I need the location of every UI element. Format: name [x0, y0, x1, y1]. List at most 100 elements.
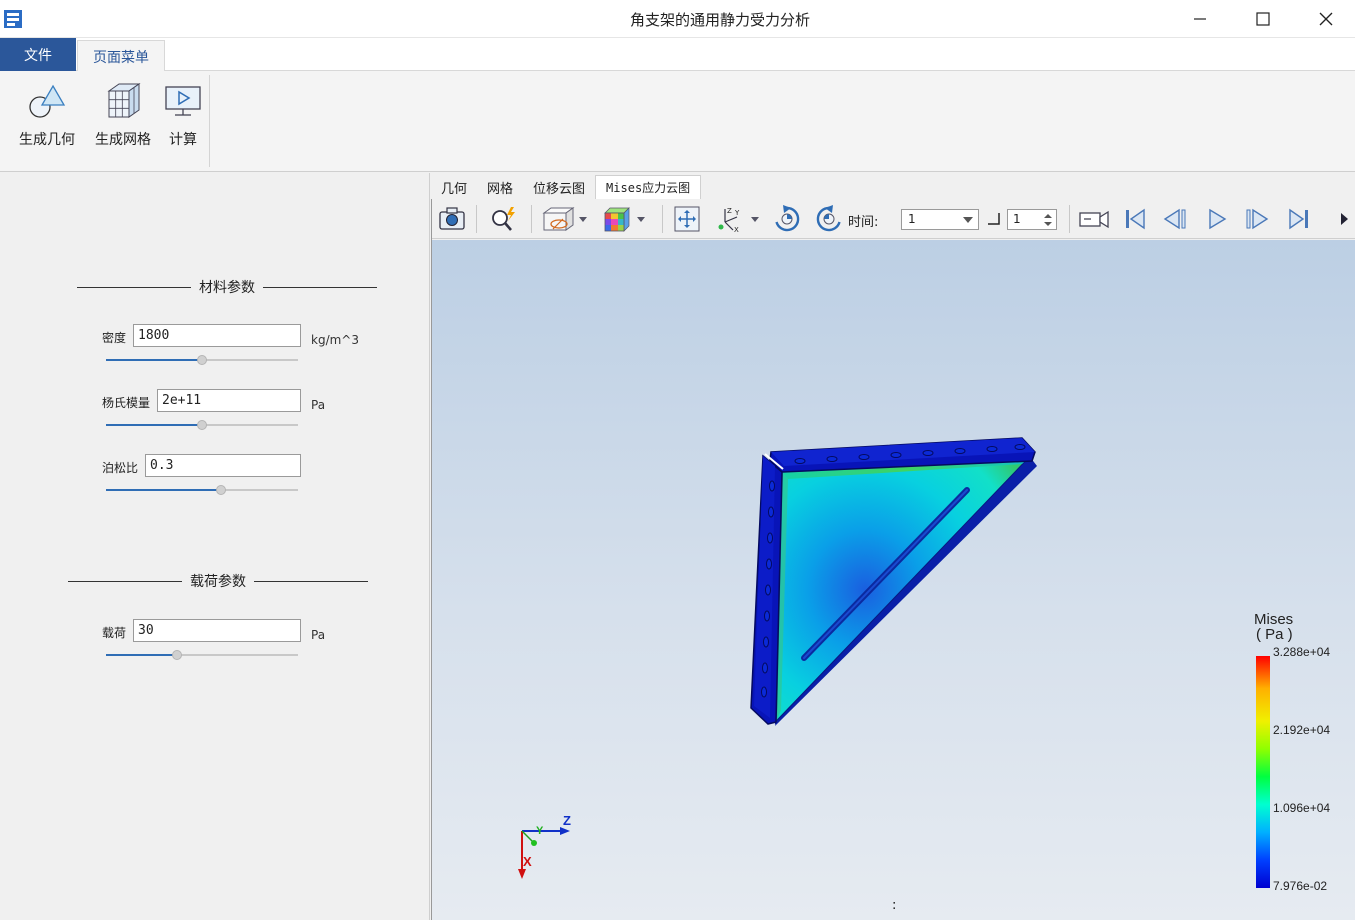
maximize-button[interactable]	[1233, 0, 1293, 38]
viewport: ZYX 时间: 1 1 Mises (Pa) 3.288e+04 2.192…	[431, 199, 1355, 920]
compute-button[interactable]: 计算	[163, 81, 203, 149]
close-icon	[1319, 12, 1333, 26]
rotate-counterclockwise-button[interactable]	[812, 204, 846, 234]
view-tabs: 几何 网格 位移云图 Mises应力云图	[431, 175, 702, 199]
load-slider-thumb[interactable]	[172, 650, 183, 660]
next-frame-button[interactable]	[1242, 204, 1272, 234]
play-button[interactable]	[1202, 204, 1232, 234]
minimize-icon	[1194, 18, 1206, 20]
mesh-icon	[107, 83, 141, 118]
last-frame-icon	[1289, 208, 1308, 230]
time-label: 时间:	[848, 215, 879, 230]
axis-y-label: Y	[536, 825, 544, 837]
legend-unit: ( Pa )	[1256, 626, 1293, 643]
time-select[interactable]: 1	[901, 209, 979, 230]
tab-displacement[interactable]: 位移云图	[523, 175, 595, 199]
load-unit: Pa	[311, 628, 326, 642]
poisson-ratio-slider[interactable]	[106, 485, 298, 495]
zoom-button[interactable]	[486, 204, 520, 234]
youngs-modulus-slider[interactable]	[106, 420, 298, 430]
youngs-modulus-unit: Pa	[311, 398, 326, 412]
screenshot-button[interactable]	[436, 204, 468, 234]
first-frame-icon	[1126, 208, 1145, 230]
camera-icon	[439, 207, 465, 230]
fit-view-button[interactable]	[672, 204, 702, 234]
tab-mises-stress[interactable]: Mises应力云图	[595, 175, 702, 199]
render-view[interactable]: Mises ( Pa ) 3.288e+04 2.192e+04 1.096e+…	[432, 240, 1355, 920]
display-mode-button[interactable]	[540, 204, 590, 234]
youngs-modulus-slider-thumb[interactable]	[197, 420, 207, 430]
record-button[interactable]	[1077, 204, 1111, 234]
legend-low-label: 1.096e+04	[1273, 801, 1331, 815]
generate-geometry-button[interactable]: 生成几何	[14, 81, 80, 149]
generate-mesh-label: 生成网格	[95, 132, 151, 148]
status-mark: :	[892, 898, 897, 913]
compute-label: 计算	[169, 132, 197, 148]
rotate-clockwise-button[interactable]	[770, 204, 804, 234]
poisson-ratio-label: 泊松比	[102, 461, 139, 475]
poisson-ratio-field[interactable]	[145, 454, 301, 477]
prev-frame-icon	[1163, 208, 1186, 230]
load-slider[interactable]	[106, 650, 298, 660]
minimize-button[interactable]	[1170, 0, 1230, 38]
generate-geometry-label: 生成几何	[19, 132, 75, 148]
frame-step-spinbox[interactable]: 1	[1007, 209, 1057, 230]
frame-step-value: 1	[1013, 212, 1021, 226]
axes-icon: Z Y X	[718, 207, 759, 233]
axis-z-label: Z	[563, 813, 571, 828]
legend-high-label: 2.192e+04	[1273, 723, 1331, 737]
density-slider-thumb[interactable]	[197, 355, 207, 365]
step-icon	[988, 213, 1000, 225]
orientation-axes	[518, 827, 570, 879]
tab-page-menu[interactable]: 页面菜单	[77, 40, 165, 72]
geometry-icon	[29, 84, 66, 118]
axes-orientation-button[interactable]: ZY X	[714, 204, 764, 234]
rotate-ccw-icon	[816, 205, 841, 232]
tab-file[interactable]: 文件	[0, 38, 76, 71]
ribbon: 生成几何 生成网格 计算	[0, 71, 1355, 172]
viewer-toolbar: ZY X 时间: 1 1	[432, 199, 1355, 239]
svg-text:X: X	[734, 226, 739, 233]
display-mode-icon	[542, 207, 587, 231]
density-label: 密度	[102, 331, 127, 345]
load-field[interactable]	[133, 619, 301, 642]
legend-min-label: 7.976e-02	[1273, 879, 1328, 893]
previous-frame-button[interactable]	[1160, 204, 1190, 234]
first-frame-button[interactable]	[1120, 204, 1150, 234]
generate-mesh-button[interactable]: 生成网格	[90, 81, 156, 149]
window-title: 角支架的通用静力受力分析	[629, 11, 810, 29]
toolbar-overflow-button[interactable]	[1336, 204, 1352, 234]
load-title-text: 载荷参数	[190, 574, 246, 590]
material-title-text: 材料参数	[199, 280, 255, 296]
overflow-icon	[1341, 213, 1348, 225]
colormap-button[interactable]	[598, 204, 650, 234]
chevron-down-icon	[963, 217, 973, 223]
play-icon	[1209, 208, 1227, 230]
time-select-value: 1	[908, 212, 916, 226]
svg-text:Z: Z	[727, 207, 732, 215]
next-frame-icon	[1246, 208, 1269, 230]
density-field[interactable]	[133, 324, 301, 347]
axis-x-label: X	[523, 854, 532, 869]
spin-arrows-icon	[1044, 214, 1052, 226]
density-unit: kg/m^3	[311, 333, 359, 347]
menu-bar: 文件 页面菜单	[0, 38, 1355, 72]
youngs-modulus-field[interactable]	[157, 389, 301, 412]
ribbon-separator	[209, 75, 210, 167]
poisson-ratio-slider-thumb[interactable]	[216, 485, 227, 495]
maximize-icon	[1256, 12, 1270, 26]
rotate-cw-icon	[775, 205, 800, 232]
last-frame-button[interactable]	[1284, 204, 1314, 234]
material-group-title: 材料参数	[77, 277, 377, 297]
close-button[interactable]	[1296, 0, 1355, 38]
parameter-panel: 材料参数 密度 kg/m^3 杨氏模量 Pa 泊松比 载荷参数 载荷 Pa	[0, 173, 430, 920]
load-group-title: 载荷参数	[68, 571, 368, 591]
legend-max-label: 3.288e+04	[1273, 645, 1331, 659]
colormap-icon	[604, 207, 645, 232]
tab-geometry[interactable]: 几何	[431, 175, 477, 199]
tab-mesh[interactable]: 网格	[477, 175, 523, 199]
load-label: 载荷	[102, 626, 127, 640]
record-icon	[1079, 210, 1109, 229]
density-slider[interactable]	[106, 355, 298, 365]
zoom-icon	[492, 207, 515, 231]
